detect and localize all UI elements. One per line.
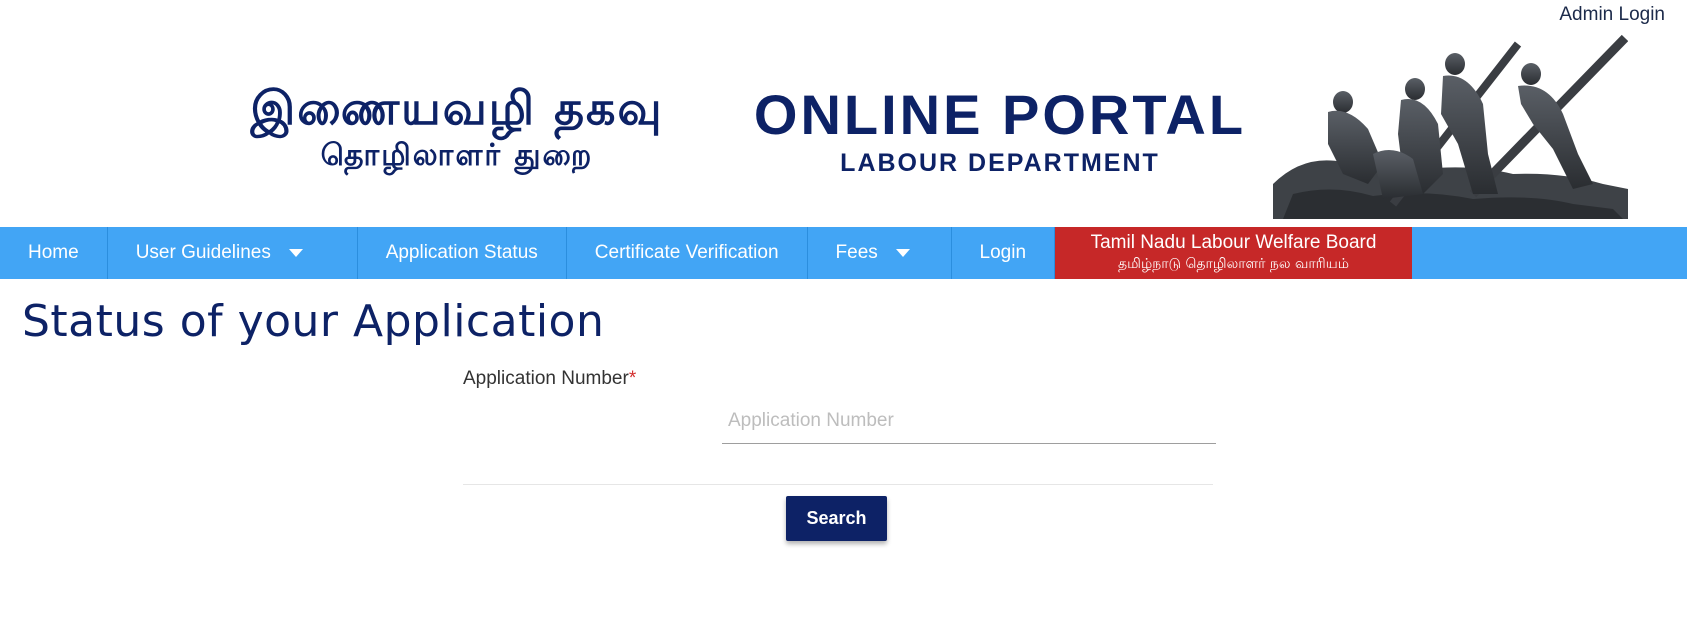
nav-application-status-label: Application Status [385, 242, 538, 263]
nav-fees-label: Fees [835, 242, 878, 263]
nav-welfare-board[interactable]: Tamil Nadu Labour Welfare Board தமிழ்நாட… [1055, 227, 1413, 279]
nav-certificate-verification[interactable]: Certificate Verification [567, 227, 808, 279]
caret-down-icon [895, 249, 910, 257]
application-number-input[interactable] [722, 398, 1216, 444]
application-number-label-text: Application Number [463, 368, 629, 389]
page-title: Status of your Application [22, 296, 605, 347]
tamil-logo-line1: இணையவழி தகவு [250, 81, 664, 135]
nav-login[interactable]: Login [952, 227, 1056, 279]
nav-application-status[interactable]: Application Status [358, 227, 567, 279]
portal-title-sub: LABOUR DEPARTMENT [840, 149, 1160, 177]
tamil-logo: இணையவழி தகவு தொழிலாளர் துறை [222, 80, 692, 176]
portal-title-main: ONLINE PORTAL [753, 83, 1247, 146]
search-button[interactable]: Search [786, 496, 887, 541]
portal-title: ONLINE PORTAL LABOUR DEPARTMENT [750, 84, 1250, 180]
nav-fees[interactable]: Fees [808, 227, 952, 279]
caret-down-icon [288, 249, 303, 257]
nav-home-label: Home [28, 242, 79, 263]
application-number-label: Application Number* [463, 368, 636, 390]
welfare-board-label-tamil: தமிழ்நாடு தொழிலாளர் நல வாரியம் [1118, 256, 1350, 272]
tamil-logo-line2: தொழிலாளர் துறை [320, 138, 594, 173]
main-navbar: Home User Guidelines Application Status … [0, 227, 1687, 279]
welfare-board-label-english: Tamil Nadu Labour Welfare Board [1090, 232, 1377, 253]
nav-login-label: Login [979, 242, 1027, 263]
required-mark: * [628, 368, 637, 389]
form-divider [463, 484, 1213, 485]
nav-user-guidelines[interactable]: User Guidelines [108, 227, 358, 279]
site-header: இணையவழி தகவு தொழிலாளர் துறை ONLINE PORTA… [0, 0, 1687, 227]
labour-statue-image [1273, 34, 1628, 219]
nav-home[interactable]: Home [0, 227, 108, 279]
nav-user-guidelines-label: User Guidelines [135, 242, 271, 263]
nav-certificate-verification-label: Certificate Verification [594, 242, 779, 263]
